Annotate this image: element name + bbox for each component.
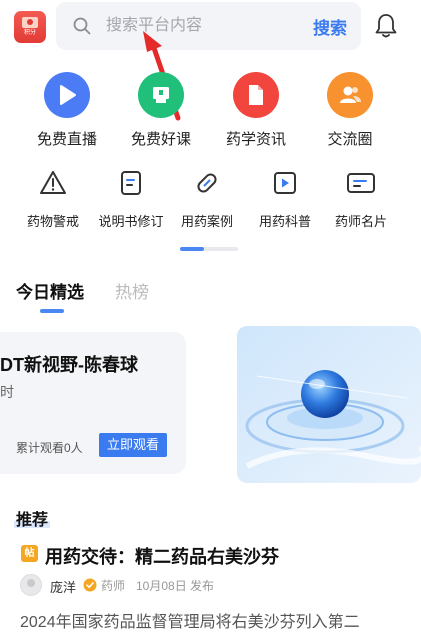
feature-label: 免费好课 bbox=[130, 131, 191, 148]
people-icon bbox=[327, 72, 373, 118]
red-envelope-icon bbox=[22, 17, 38, 28]
watch-now-button[interactable]: 立即观看 bbox=[99, 433, 167, 457]
tool-drug-alert[interactable]: 药物警戒 bbox=[13, 170, 93, 230]
tool-label: 药物警戒 bbox=[26, 214, 79, 229]
play-icon bbox=[44, 72, 90, 118]
feature-free-live[interactable]: 免费直播 bbox=[22, 72, 112, 149]
tab-underline bbox=[40, 309, 64, 313]
tool-row: 药物警戒 说明书修订 用药案例 用药科普 药师名片 bbox=[0, 170, 421, 240]
feature-label: 药学资讯 bbox=[225, 131, 286, 148]
card-icon bbox=[346, 170, 376, 201]
tool-pharmacist-card[interactable]: 药师名片 bbox=[321, 170, 401, 230]
search-button[interactable]: 搜索 bbox=[313, 14, 347, 39]
tool-label: 药师名片 bbox=[334, 214, 387, 229]
author-name[interactable]: 庞洋 bbox=[50, 577, 76, 596]
feature-pharmacy-news[interactable]: 药学资讯 bbox=[211, 72, 301, 149]
tool-label: 用药科普 bbox=[258, 214, 311, 229]
avatar[interactable] bbox=[20, 574, 42, 596]
bell-icon[interactable] bbox=[374, 13, 398, 44]
tool-label: 用药案例 bbox=[180, 214, 233, 229]
view-count: 累计观看0人 bbox=[16, 441, 83, 455]
feature-label: 免费直播 bbox=[36, 131, 97, 148]
featured-card[interactable]: DT新视野-陈春球 时 累计观看0人 立即观看 bbox=[0, 332, 186, 474]
video-icon bbox=[272, 170, 298, 201]
document-icon bbox=[233, 72, 279, 118]
search-input[interactable] bbox=[106, 15, 296, 37]
content-tabs: 今日精选 热榜 bbox=[0, 278, 421, 318]
tool-medication-case[interactable]: 用药案例 bbox=[167, 170, 247, 230]
feature-row: 免费直播 免费好课 药学资讯 交流圈 bbox=[0, 72, 421, 152]
featured-image[interactable] bbox=[237, 326, 421, 483]
author-role: 药师 bbox=[101, 579, 126, 593]
verified-icon bbox=[83, 578, 97, 597]
post-badge: 帖 bbox=[21, 545, 38, 562]
tool-medication-science[interactable]: 用药科普 bbox=[245, 170, 325, 230]
feature-free-course[interactable]: 免费好课 bbox=[116, 72, 206, 149]
article-title: 用药交待：精二药品右美沙芬 bbox=[45, 547, 279, 567]
feature-community[interactable]: 交流圈 bbox=[305, 72, 395, 149]
points-label: 积分 bbox=[23, 30, 36, 36]
course-icon bbox=[138, 72, 184, 118]
tab-hot-list[interactable]: 热榜 bbox=[115, 278, 149, 303]
tool-label: 说明书修订 bbox=[98, 214, 164, 229]
top-bar: 积分 搜索 bbox=[0, 0, 421, 60]
pill-icon bbox=[193, 170, 221, 201]
publish-date: 10月08日 发布 bbox=[136, 579, 215, 593]
tool-manual-revision[interactable]: 说明书修订 bbox=[91, 170, 171, 230]
tab-today-picks[interactable]: 今日精选 bbox=[16, 278, 84, 303]
search-icon bbox=[73, 17, 91, 40]
warning-icon bbox=[39, 170, 67, 201]
featured-subtitle: 时 bbox=[0, 384, 14, 400]
featured-title: DT新视野-陈春球 bbox=[0, 355, 138, 375]
article-item[interactable]: 帖 用药交待：精二药品右美沙芬 庞洋 药师 10月08日 发布 2024年国家药… bbox=[0, 540, 421, 636]
page-indicator bbox=[180, 247, 238, 251]
points-badge[interactable]: 积分 bbox=[14, 11, 46, 43]
article-excerpt: 2024年国家药品监督管理局将右美沙芬列入第二 bbox=[20, 614, 360, 631]
feature-label: 交流圈 bbox=[327, 131, 373, 148]
search-bar[interactable]: 搜索 bbox=[56, 2, 361, 50]
manual-icon bbox=[119, 170, 143, 201]
author-row: 庞洋 药师 10月08日 发布 bbox=[20, 574, 420, 596]
recommend-heading: 推荐 bbox=[16, 512, 49, 529]
page-indicator-active bbox=[180, 247, 204, 251]
